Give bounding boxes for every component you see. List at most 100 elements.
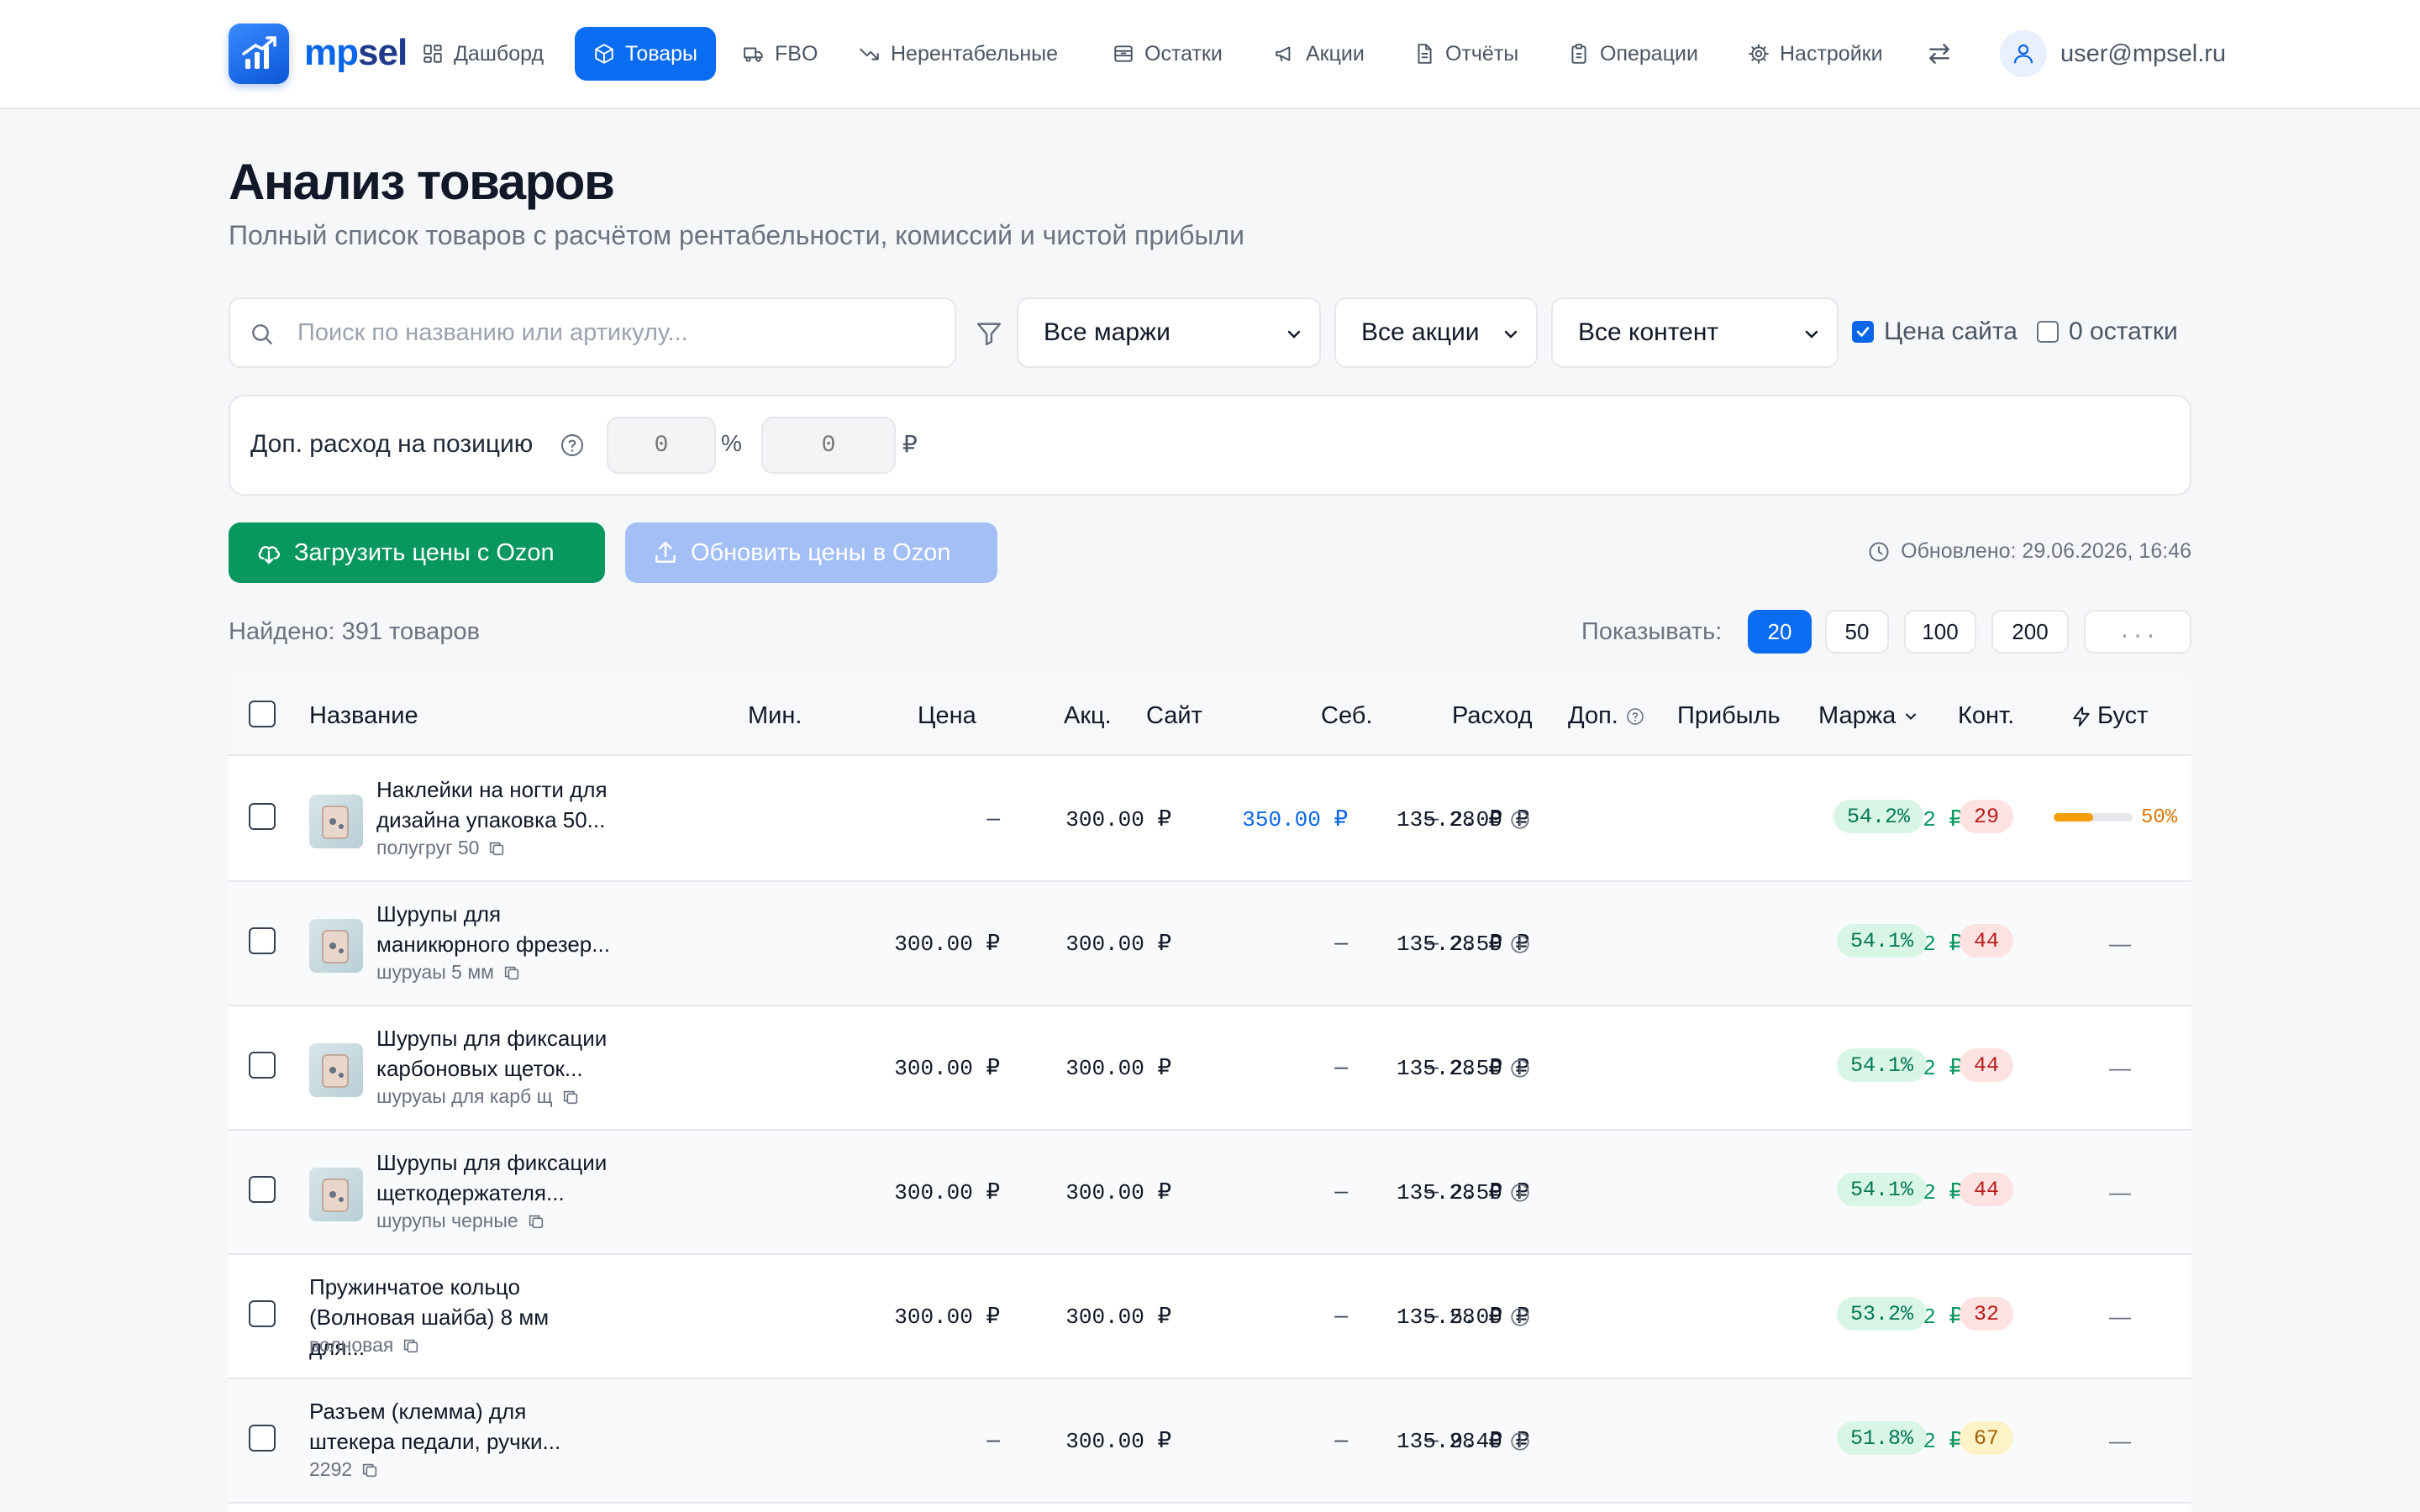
col-boost[interactable]: Буст — [2070, 702, 2148, 730]
price-cell[interactable]: 300.00 ₽ — [1065, 806, 1171, 832]
min-price-cell[interactable]: — — [986, 1428, 1000, 1453]
page-size-50[interactable]: 50 — [1825, 610, 1889, 654]
price-cell[interactable]: 300.00 ₽ — [1065, 931, 1171, 957]
row-checkbox[interactable] — [249, 1425, 276, 1452]
row-checkbox[interactable] — [249, 927, 276, 954]
user-icon — [2013, 44, 2033, 64]
min-price-cell[interactable]: 300.00 ₽ — [894, 1179, 1000, 1205]
info-icon[interactable] — [1509, 1306, 1531, 1328]
row-checkbox[interactable] — [249, 1300, 276, 1327]
price-cell[interactable]: 300.00 ₽ — [1065, 1304, 1171, 1330]
nav-item-settings[interactable]: Настройки — [1729, 27, 1902, 81]
table-row[interactable]: Пружинчатое кольцо (Волновая шайба) 8 мм … — [229, 1255, 2191, 1379]
promo-select[interactable]: Все акции — [1334, 297, 1538, 368]
product-thumbnail[interactable] — [309, 1168, 363, 1221]
nav-item-products[interactable]: Товары — [575, 27, 716, 81]
site-price-toggle[interactable]: Цена сайта — [1852, 318, 2018, 346]
page-size-custom-input[interactable]: ... — [2084, 610, 2191, 654]
min-price-cell[interactable]: 300.00 ₽ — [894, 1055, 1000, 1081]
row-checkbox[interactable] — [249, 803, 276, 830]
col-extra[interactable]: Доп. — [1568, 702, 1645, 730]
page-size-200[interactable]: 200 — [1991, 610, 2069, 654]
logo-icon[interactable] — [229, 24, 289, 84]
copy-icon[interactable] — [487, 839, 506, 858]
info-icon[interactable] — [1509, 809, 1531, 831]
col-margin[interactable]: Маржа — [1818, 702, 1919, 730]
swap-icon[interactable] — [1926, 40, 1953, 67]
info-icon[interactable] — [1509, 1431, 1531, 1452]
min-price-cell[interactable]: 300.00 ₽ — [894, 931, 1000, 957]
table-row[interactable]: Шурупы для фиксации карбоновых щеток... шу… — [229, 1006, 2191, 1131]
row-checkbox[interactable] — [249, 1176, 276, 1203]
product-name[interactable]: Наклейки на ногти для дизайна упаковка 50… — [376, 774, 637, 835]
margin-select[interactable]: Все маржи — [1017, 297, 1321, 368]
info-icon[interactable] — [1509, 1058, 1531, 1079]
help-icon[interactable] — [559, 432, 586, 459]
nav-item-dashboard[interactable]: Дашборд — [403, 27, 562, 81]
user-email[interactable]: user@mpsel.ru — [2060, 40, 2226, 68]
nav-item-fbo[interactable]: FBO — [724, 27, 836, 81]
table-row[interactable]: Шурупы для маникюрного фрезер... шуруаы 5 … — [229, 882, 2191, 1006]
copy-icon[interactable] — [360, 1461, 379, 1479]
product-name[interactable]: Шурупы для фиксации карбоновых щеток... — [376, 1023, 637, 1084]
site-price-checkbox[interactable] — [1852, 321, 1874, 343]
col-content[interactable]: Конт. — [1958, 702, 2014, 730]
col-name[interactable]: Название — [309, 702, 418, 730]
nav-item-reports[interactable]: Отчёты — [1395, 27, 1537, 81]
extra-rub-input[interactable] — [761, 417, 896, 474]
nav-item-operations[interactable]: Операции — [1549, 27, 1717, 81]
col-promo[interactable]: Акц. — [1064, 702, 1112, 730]
help-icon[interactable] — [1625, 706, 1645, 727]
zero-stock-toggle[interactable]: 0 остатки — [2037, 318, 2178, 346]
update-prices-label: Обновить цены в Ozon — [691, 538, 951, 566]
col-profit[interactable]: Прибыль — [1677, 702, 1781, 730]
logo-wordmark[interactable]: mpsel — [304, 32, 408, 74]
boost-empty: — — [2109, 1179, 2131, 1205]
promo-price-cell: — — [1334, 1428, 1348, 1453]
zero-stock-checkbox[interactable] — [2037, 321, 2059, 343]
truck-icon — [744, 47, 763, 62]
price-cell[interactable]: 300.00 ₽ — [1065, 1055, 1171, 1081]
product-thumbnail[interactable] — [309, 919, 363, 973]
extra-percent-input[interactable] — [607, 417, 716, 474]
chevron-down-icon — [1504, 330, 1518, 339]
price-cell[interactable]: 300.00 ₽ — [1065, 1179, 1171, 1205]
col-expense[interactable]: Расход — [1452, 702, 1533, 730]
copy-icon[interactable] — [402, 1336, 420, 1355]
info-icon[interactable] — [1509, 1182, 1531, 1204]
content-score-badge: 32 — [1960, 1297, 2013, 1331]
filter-icon[interactable] — [975, 319, 1003, 348]
content-select[interactable]: Все контент — [1551, 297, 1839, 368]
nav-item-unprofitable[interactable]: Нерентабельные — [840, 27, 1076, 81]
search-input[interactable] — [297, 299, 936, 366]
copy-icon[interactable] — [561, 1088, 580, 1106]
min-price-cell[interactable]: — — [986, 806, 1000, 832]
info-icon[interactable] — [1509, 933, 1531, 955]
nav-item-promos[interactable]: Акции — [1255, 27, 1383, 81]
update-prices-button[interactable]: Обновить цены в Ozon — [625, 522, 997, 583]
promo-price-cell: — — [1334, 1304, 1348, 1329]
load-prices-button[interactable]: Загрузить цены с Ozon — [229, 522, 605, 583]
row-checkbox[interactable] — [249, 1052, 276, 1079]
product-name[interactable]: Разъем (клемма) для штекера педали, ручки… — [309, 1396, 570, 1457]
page-size-100[interactable]: 100 — [1904, 610, 1976, 654]
product-thumbnail[interactable] — [309, 795, 363, 848]
col-site[interactable]: Сайт — [1146, 702, 1202, 730]
avatar[interactable] — [2000, 30, 2047, 77]
product-name[interactable]: Шурупы для маникюрного фрезер... — [376, 899, 637, 959]
product-thumbnail[interactable] — [309, 1043, 363, 1097]
table-row[interactable]: Разъем (клемма) для штекера педали, ручки… — [229, 1379, 2191, 1504]
col-min[interactable]: Мин. — [748, 702, 802, 730]
table-row[interactable]: Шурупы для фиксации щеткодержателя... шуру… — [229, 1131, 2191, 1255]
table-row[interactable]: Наклейки на ногти для дизайна упаковка 50… — [229, 758, 2191, 882]
select-all-checkbox[interactable] — [249, 701, 276, 727]
copy-icon[interactable] — [502, 963, 521, 982]
col-price[interactable]: Цена — [918, 702, 976, 730]
price-cell[interactable]: 300.00 ₽ — [1065, 1428, 1171, 1454]
copy-icon[interactable] — [527, 1212, 545, 1231]
product-name[interactable]: Шурупы для фиксации щеткодержателя... — [376, 1147, 637, 1208]
min-price-cell[interactable]: 300.00 ₽ — [894, 1304, 1000, 1330]
nav-item-stock[interactable]: Остатки — [1094, 27, 1241, 81]
col-cost[interactable]: Себ. — [1321, 702, 1372, 730]
page-size-20[interactable]: 20 — [1748, 610, 1812, 654]
